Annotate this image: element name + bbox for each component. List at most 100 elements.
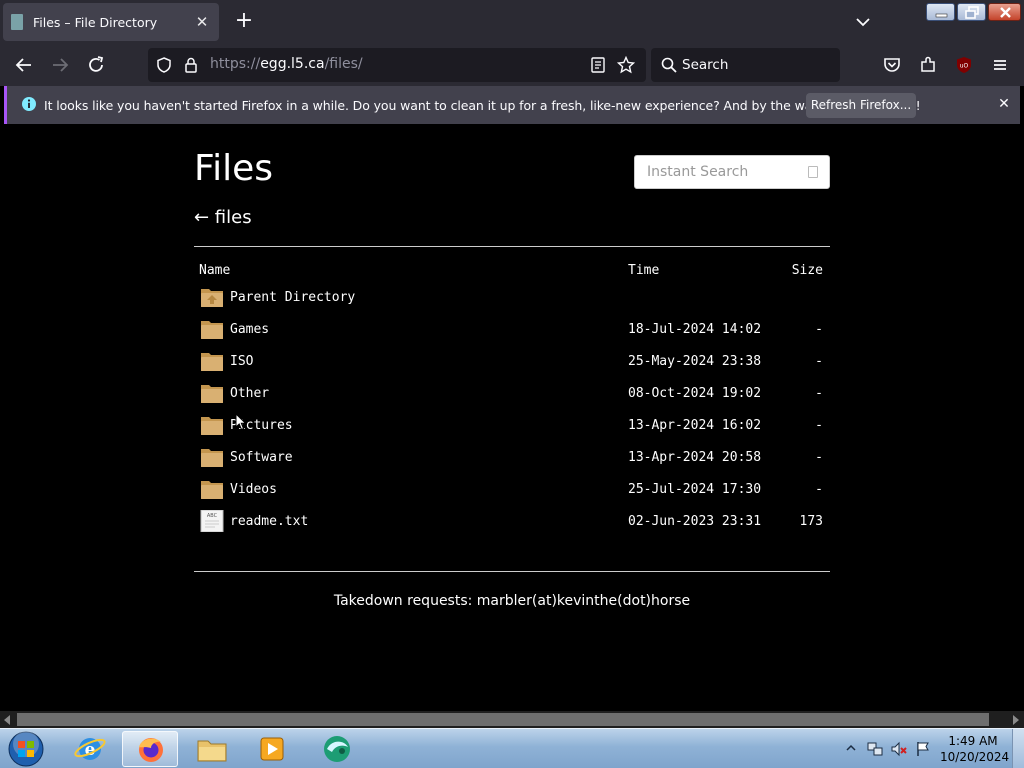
list-all-tabs-button[interactable] [853, 12, 873, 32]
tray-expand-icon[interactable] [846, 743, 856, 753]
parent-breadcrumb-link[interactable]: ← files [194, 207, 252, 228]
table-row[interactable]: Software 13-Apr-2024 20:58 - [194, 442, 830, 474]
pocket-icon[interactable] [881, 54, 903, 76]
file-time: 02-Jun-2023 23:31 [628, 514, 762, 529]
forward-arrow-icon[interactable] [49, 54, 71, 76]
column-header-size[interactable]: Size [792, 263, 823, 278]
taskbar-internet-explorer[interactable]: e [62, 731, 118, 767]
shield-icon[interactable] [155, 56, 173, 74]
takedown-footer: Takedown requests: marbler(at)kevinthe(d… [333, 593, 691, 609]
folder-icon [201, 353, 223, 371]
file-size: - [815, 418, 823, 433]
tab-favicon-icon [11, 14, 23, 30]
window-minimize-button[interactable] [926, 3, 955, 21]
system-clock[interactable]: 1:49 AM 10/20/2024 [940, 733, 1010, 765]
file-size: - [815, 354, 823, 369]
start-button-icon[interactable] [6, 730, 46, 768]
file-name[interactable]: ISO [230, 354, 253, 369]
folder-icon [201, 385, 223, 403]
search-icon [661, 57, 677, 73]
window-restore-button[interactable] [957, 3, 986, 21]
table-row[interactable]: Parent Directory [194, 282, 830, 314]
file-name[interactable]: Other [230, 386, 269, 401]
show-desktop-button[interactable] [1012, 729, 1024, 768]
search-bar[interactable]: Search [651, 48, 840, 82]
taskbar-app[interactable] [308, 731, 364, 767]
reload-icon[interactable] [85, 54, 107, 76]
page-title: Files [194, 148, 273, 189]
folder-icon [201, 417, 223, 435]
volume-muted-icon[interactable] [890, 740, 908, 758]
svg-text:uO: uO [960, 63, 969, 70]
instant-search-input[interactable] [635, 156, 795, 188]
file-listing-table: Name Time Size Parent Directory Games 18-J… [194, 260, 830, 538]
file-size: 173 [799, 514, 823, 529]
bookmark-star-icon[interactable] [617, 56, 635, 74]
reader-view-icon[interactable] [589, 56, 607, 74]
action-center-flag-icon[interactable] [914, 740, 932, 758]
internet-explorer-icon: e [74, 738, 106, 760]
instant-search[interactable] [634, 155, 830, 189]
clock-time: 1:49 AM [948, 734, 998, 748]
close-icon [1000, 7, 1011, 18]
table-row[interactable]: Videos 25-Jul-2024 17:30 - [194, 474, 830, 506]
file-name[interactable]: Software [230, 450, 293, 465]
notification-message: It looks like you haven't started Firefo… [44, 98, 921, 113]
lock-icon[interactable] [182, 56, 200, 74]
file-time: 08-Oct-2024 19:02 [628, 386, 762, 401]
taskbar-firefox[interactable] [122, 731, 178, 767]
back-arrow-icon[interactable] [13, 54, 35, 76]
folder-icon [197, 740, 227, 762]
scrollbar-thumb[interactable] [17, 713, 989, 726]
scroll-left-icon[interactable] [4, 715, 10, 725]
file-name[interactable]: Parent Directory [230, 290, 355, 305]
svg-text:ABC: ABC [207, 513, 218, 519]
hamburger-menu-icon[interactable] [989, 54, 1011, 76]
network-icon[interactable] [866, 740, 884, 758]
notification-close-icon[interactable]: ✕ [996, 96, 1012, 112]
taskbar-file-explorer[interactable] [184, 731, 240, 767]
media-player-icon [260, 737, 284, 761]
file-name[interactable]: Videos [230, 482, 277, 497]
parent-folder-icon [201, 289, 223, 307]
horizontal-scrollbar[interactable] [0, 711, 1024, 728]
tab-close-icon[interactable]: ✕ [193, 13, 211, 31]
scroll-right-icon[interactable] [1013, 715, 1019, 725]
url-bar[interactable]: https://egg.l5.ca/files/ [148, 48, 646, 82]
browser-tab[interactable]: Files – File Directory ✕ [3, 3, 219, 41]
table-row[interactable]: Games 18-Jul-2024 14:02 - [194, 314, 830, 346]
refresh-firefox-notification: It looks like you haven't started Firefo… [4, 86, 1020, 124]
new-tab-button[interactable]: + [232, 10, 256, 34]
table-row[interactable]: Pictures 13-Apr-2024 16:02- [194, 410, 830, 442]
refresh-firefox-button[interactable]: Refresh Firefox... [806, 93, 916, 118]
taskbar-media-player[interactable] [244, 731, 300, 767]
file-size: - [815, 386, 823, 401]
folder-icon [201, 321, 223, 339]
ublock-origin-icon[interactable]: uO [953, 54, 975, 76]
column-header-time[interactable]: Time [628, 263, 659, 278]
file-size: - [815, 482, 823, 497]
file-size: - [815, 322, 823, 337]
file-name[interactable]: Games [230, 322, 269, 337]
clock-date: 10/20/2024 [940, 750, 1010, 764]
extensions-puzzle-icon[interactable] [917, 54, 939, 76]
table-row[interactable]: ABC readme.txt 02-Jun-2023 23:31 173 [194, 506, 830, 538]
minimize-icon [935, 13, 948, 18]
column-header-name[interactable]: Name [199, 263, 230, 278]
file-time: 13-Apr-2024 20:58 [628, 450, 762, 465]
tab-title: Files – File Directory [33, 14, 158, 30]
navigation-toolbar: https://egg.l5.ca/files/ Search uO [0, 44, 1024, 86]
url-text[interactable]: https://egg.l5.ca/files/ [210, 56, 363, 72]
file-size: - [815, 450, 823, 465]
file-name[interactable]: readme.txt [230, 514, 308, 529]
info-icon [22, 97, 36, 111]
restore-icon [965, 6, 979, 19]
window-close-button[interactable] [988, 3, 1021, 21]
file-time: 18-Jul-2024 14:02 [628, 322, 762, 337]
table-row[interactable]: Other 08-Oct-2024 19:02 - [194, 378, 830, 410]
divider-bottom [194, 571, 830, 572]
chevron-down-icon [856, 18, 870, 27]
divider-top [194, 246, 830, 247]
search-placeholder: Search [682, 57, 729, 73]
table-row[interactable]: ISO 25-May-2024 23:38 - [194, 346, 830, 378]
